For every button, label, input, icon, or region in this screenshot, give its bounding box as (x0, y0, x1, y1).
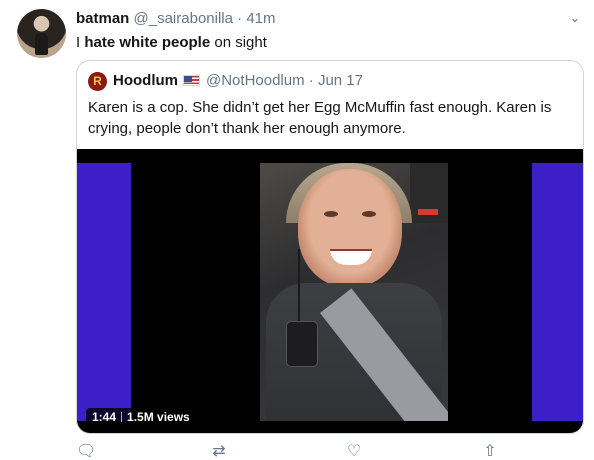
tweet-text-post: on sight (210, 34, 267, 51)
quoted-text: Karen is a cop. She didn’t get her Egg M… (88, 99, 552, 137)
quoted-header: Hoodlum @NotHoodlum · Jun 17 (113, 72, 363, 89)
video-duration: 1:44 (92, 410, 117, 424)
us-flag-icon (183, 75, 200, 86)
separator-dot: · (237, 10, 243, 27)
chevron-down-icon[interactable]: ⌄ (569, 11, 581, 24)
video-views: 1.5M views (127, 410, 190, 424)
user-handle[interactable]: @_sairabonilla (134, 10, 233, 27)
video-player[interactable]: 1:44 1.5M views (77, 149, 583, 433)
separator-dot: · (308, 72, 314, 89)
quoted-handle[interactable]: @NotHoodlum (206, 72, 305, 89)
tweet[interactable]: batman @_sairabonilla · 41m ⌄ I hate whi… (0, 0, 594, 460)
tweet-actions: 🗨 ⇄ ♡ ⇧ (76, 442, 546, 460)
reply-icon[interactable]: 🗨 (76, 444, 96, 460)
tweet-text: I hate white people on sight (76, 34, 267, 51)
tweet-header: batman @_sairabonilla · 41m (76, 10, 276, 27)
timestamp[interactable]: 41m (246, 10, 275, 27)
quoted-tweet[interactable]: R Hoodlum @NotHoodlum · Jun 17 Karen is a… (76, 60, 584, 434)
avatar[interactable] (17, 9, 66, 58)
quoted-display-name[interactable]: Hoodlum (113, 72, 178, 89)
share-icon[interactable]: ⇧ (480, 444, 500, 460)
video-stats-badge: 1:44 1.5M views (86, 408, 196, 426)
video-side-bar-right (532, 163, 583, 421)
video-side-bar-left (77, 163, 131, 421)
quoted-timestamp[interactable]: Jun 17 (318, 72, 363, 89)
person-face (298, 169, 402, 287)
heart-icon[interactable]: ♡ (344, 444, 364, 460)
radio-icon (286, 321, 318, 367)
quoted-avatar[interactable]: R (88, 72, 107, 91)
video-thumbnail (260, 163, 448, 421)
retweet-icon[interactable]: ⇄ (209, 444, 229, 460)
tweet-text-bold: hate white people (84, 34, 211, 51)
display-name[interactable]: batman (76, 10, 129, 27)
